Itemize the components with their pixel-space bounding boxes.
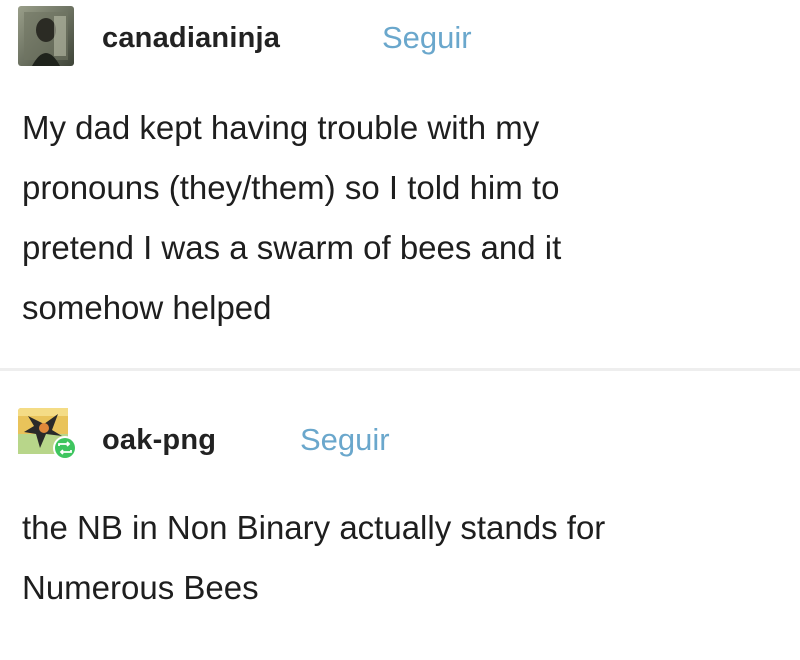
- post-body-line: pronouns (they/them) so I told him to: [22, 169, 560, 206]
- post-body-line: somehow helped: [22, 289, 272, 326]
- post-body-line: My dad kept having trouble with my: [22, 109, 540, 146]
- post-body: the NB in Non Binary actually stands for…: [22, 498, 782, 618]
- avatar[interactable]: [18, 6, 74, 66]
- post-body-line: Numerous Bees: [22, 569, 259, 606]
- post-reblog: oak-png Seguir the NB in Non Binary actu…: [0, 372, 800, 660]
- reblog-icon: [53, 436, 77, 460]
- follow-button[interactable]: Seguir: [382, 20, 472, 56]
- post-username[interactable]: canadianinja: [102, 22, 280, 55]
- avatar-image: [18, 6, 74, 66]
- avatar[interactable]: [18, 408, 80, 462]
- post-original: canadianinja Seguir My dad kept having t…: [0, 0, 800, 368]
- post-body-line: pretend I was a swarm of bees and it: [22, 229, 562, 266]
- follow-button[interactable]: Seguir: [300, 422, 390, 458]
- post-body: My dad kept having trouble with my prono…: [22, 98, 782, 338]
- post-username[interactable]: oak-png: [102, 424, 216, 457]
- post-divider: [0, 368, 800, 371]
- avatar-image: [18, 408, 77, 460]
- post-body-line: the NB in Non Binary actually stands for: [22, 509, 606, 546]
